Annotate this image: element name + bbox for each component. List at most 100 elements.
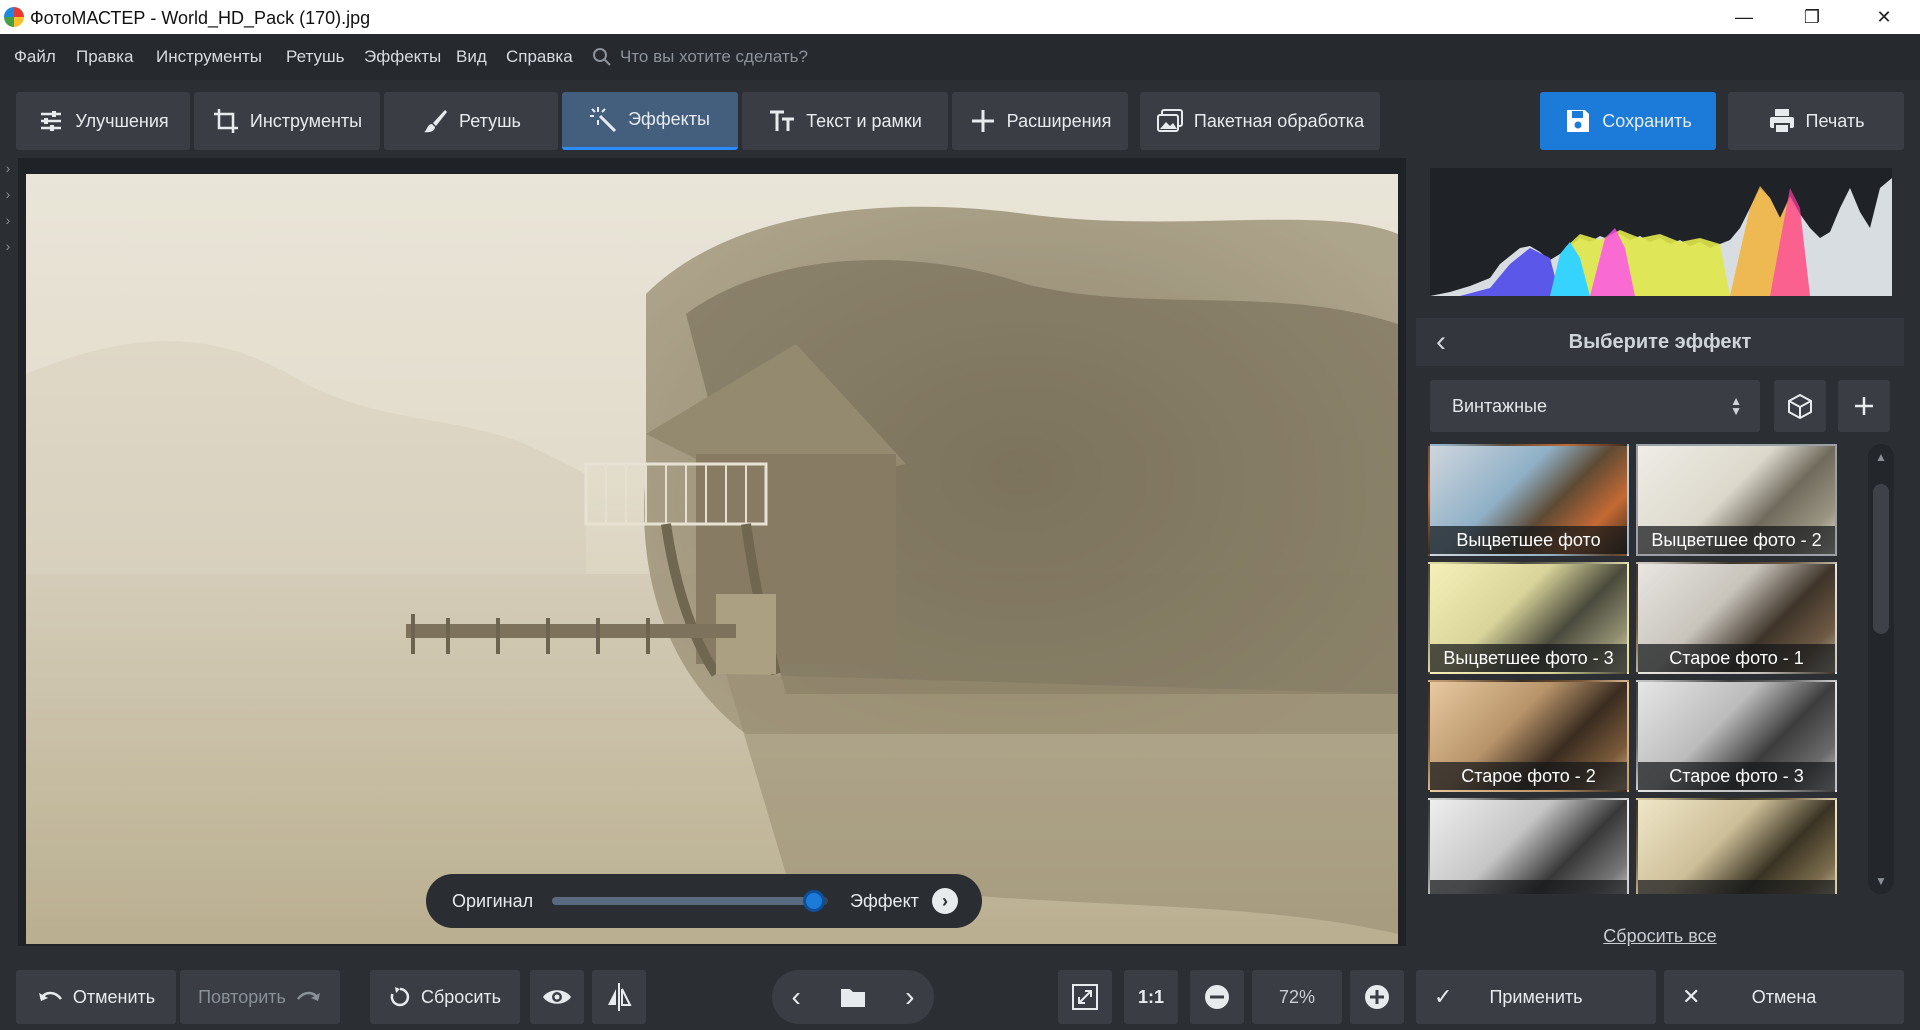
checkmark-icon: ✓: [1434, 984, 1453, 1009]
tab-label: Улучшения: [75, 110, 169, 131]
effect-thumb-8[interactable]: [1636, 798, 1837, 894]
preview-toggle-button[interactable]: [530, 970, 584, 1024]
folder-icon[interactable]: [840, 986, 866, 1008]
reset-label: Сбросить: [420, 986, 501, 1007]
photo-preview: [26, 174, 1398, 944]
menu-edit[interactable]: Правка: [76, 47, 133, 67]
expand-icon: [1072, 984, 1098, 1010]
plus-icon: [971, 110, 994, 132]
split-compare-icon: [608, 983, 632, 1011]
slider-handle[interactable]: [803, 890, 826, 912]
effect-thumb-faded-1[interactable]: Выцветшее фото: [1428, 444, 1629, 556]
menu-bar: Файл Правка Инструменты Ретушь Эффекты В…: [0, 34, 1920, 80]
effect-thumb-faded-3[interactable]: Выцветшее фото - 3: [1428, 562, 1629, 674]
redo-label: Повторить: [198, 986, 286, 1007]
redo-icon: [296, 991, 320, 1001]
menu-retouch[interactable]: Ретушь: [286, 47, 344, 67]
up-down-arrows-icon: ▲ ▼: [1730, 394, 1742, 418]
scroll-down-icon[interactable]: ▼: [1875, 874, 1887, 888]
print-label: Печать: [1805, 110, 1865, 131]
cancel-button[interactable]: ✕ Отмена: [1664, 970, 1904, 1024]
effects-grid: Выцветшее фото Выцветшее фото - 2 Выцвет…: [1428, 444, 1848, 894]
undo-button[interactable]: Отменить: [16, 970, 176, 1024]
zoom-level[interactable]: 72%: [1252, 970, 1342, 1024]
undo-label: Отменить: [72, 986, 156, 1007]
close-window-button[interactable]: ✕: [1852, 0, 1916, 34]
tab-tools[interactable]: Инструменты: [194, 92, 380, 150]
back-arrow-icon[interactable]: ‹: [1436, 325, 1446, 359]
3d-cube-button[interactable]: [1774, 380, 1826, 432]
tab-extensions[interactable]: Расширения: [952, 92, 1128, 150]
menu-help[interactable]: Справка: [506, 47, 573, 67]
tab-effects[interactable]: Эффекты: [562, 92, 738, 150]
tab-enhancements[interactable]: Улучшения: [16, 92, 190, 150]
cube-icon: [1788, 393, 1812, 419]
image-canvas[interactable]: [18, 158, 1406, 946]
effect-thumb-label: Выцветшее фото: [1430, 526, 1627, 554]
main-toolbar: Улучшения Инструменты Ретушь Эффекты Тек…: [0, 80, 1920, 158]
bottom-toolbar: Отменить Повторить Сбросить ‹ › 1:1 72% …: [0, 962, 1920, 1030]
sliders-icon: [41, 111, 62, 131]
save-button[interactable]: Сохранить: [1540, 92, 1716, 150]
crop-icon: [213, 109, 238, 133]
floppy-icon: [1567, 110, 1590, 132]
cancel-label: Отмена: [1751, 986, 1817, 1007]
add-effect-button[interactable]: [1838, 380, 1890, 432]
chevron-right-icon[interactable]: ›: [0, 186, 16, 212]
menu-tools[interactable]: Инструменты: [156, 47, 262, 67]
print-button[interactable]: Печать: [1728, 92, 1904, 150]
minimize-button[interactable]: —: [1712, 0, 1776, 34]
fit-to-screen-button[interactable]: [1058, 970, 1112, 1024]
before-after-slider[interactable]: Оригинал Эффект ›: [426, 874, 982, 928]
compare-split-button[interactable]: [592, 970, 646, 1024]
tab-retouch[interactable]: Ретушь: [384, 92, 558, 150]
scroll-up-icon[interactable]: ▲: [1875, 450, 1887, 464]
command-search[interactable]: Что вы хотите сделать?: [592, 44, 808, 70]
actual-size-button[interactable]: 1:1: [1124, 970, 1178, 1024]
tab-text-frames[interactable]: Текст и рамки: [742, 92, 948, 150]
effect-thumb-old-3[interactable]: Старое фото - 3: [1636, 680, 1837, 792]
tab-label: Ретушь: [459, 110, 521, 131]
effect-thumb-label: [1430, 880, 1627, 894]
restore-button[interactable]: ❐: [1780, 0, 1844, 34]
effect-category-select[interactable]: Винтажные ▲ ▼: [1430, 380, 1760, 432]
undo-icon: [38, 991, 62, 1001]
next-image-icon[interactable]: ›: [905, 981, 914, 1013]
zoom-in-button[interactable]: [1350, 970, 1404, 1024]
reset-all-link[interactable]: Сбросить все: [1416, 926, 1904, 947]
tab-label: Текст и рамки: [806, 110, 922, 131]
apply-button[interactable]: ✓ Применить: [1416, 970, 1656, 1024]
slider-fill: [552, 897, 815, 905]
reset-icon: [390, 987, 410, 1007]
photo-illustration: [26, 174, 1398, 944]
chevron-right-icon[interactable]: ›: [0, 160, 16, 186]
collapsed-side-panel: › › › ›: [0, 160, 16, 264]
menu-effects[interactable]: Эффекты: [364, 47, 441, 67]
effect-label: Эффект: [850, 890, 919, 911]
effect-thumb-label: Выцветшее фото - 2: [1638, 526, 1835, 554]
chevron-right-icon[interactable]: ›: [0, 238, 16, 264]
menu-view[interactable]: Вид: [456, 47, 487, 67]
tab-batch-processing[interactable]: Пакетная обработка: [1140, 92, 1380, 150]
original-label: Оригинал: [452, 890, 534, 911]
previous-image-icon[interactable]: ‹: [792, 981, 801, 1013]
brush-icon: [424, 110, 448, 133]
menu-file[interactable]: Файл: [14, 47, 56, 67]
effect-thumb-faded-2[interactable]: Выцветшее фото - 2: [1636, 444, 1837, 556]
slider-track[interactable]: [552, 897, 828, 905]
effect-thumb-old-2[interactable]: Старое фото - 2: [1428, 680, 1629, 792]
search-icon: [593, 48, 611, 66]
chevron-right-icon[interactable]: ›: [0, 212, 16, 238]
apply-label: Применить: [1489, 986, 1583, 1007]
effect-thumb-old-1[interactable]: Старое фото - 1: [1636, 562, 1837, 674]
chevron-right-circle-icon[interactable]: ›: [932, 888, 958, 914]
search-placeholder: Что вы хотите сделать?: [620, 47, 808, 66]
zoom-out-button[interactable]: [1190, 970, 1244, 1024]
printer-icon: [1769, 109, 1794, 134]
effect-thumb-7[interactable]: [1428, 798, 1629, 894]
effects-scrollbar[interactable]: ▲ ▼: [1868, 444, 1894, 894]
scrollbar-thumb[interactable]: [1873, 484, 1889, 634]
reset-button[interactable]: Сбросить: [370, 970, 520, 1024]
redo-button[interactable]: Повторить: [180, 970, 340, 1024]
tab-label: Эффекты: [628, 109, 710, 129]
